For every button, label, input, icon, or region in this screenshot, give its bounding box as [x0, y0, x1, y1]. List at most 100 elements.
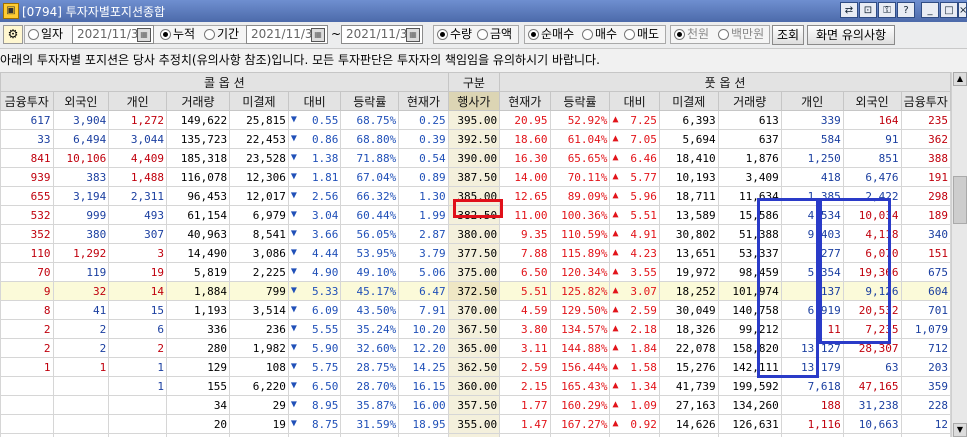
sell-radio[interactable]: 매도 [624, 25, 659, 44]
column-header[interactable]: 개인 [780, 91, 844, 111]
put-rate-cell: 156.44% [549, 357, 611, 377]
help-icon[interactable]: ? [897, 2, 915, 18]
table-row[interactable]: 2121▼7.5525.46%22.10352.501.23186.05%▲0.… [0, 433, 951, 437]
scroll-down-icon[interactable]: ▼ [953, 423, 967, 437]
table-row[interactable]: 34 29 ▼ 8.95 35.87% 16.00 357.50 1.77 160.29% ▲ 1.… [0, 395, 951, 415]
call-open-interest-cell: 12,017 [229, 186, 289, 206]
buy-radio[interactable]: 매수 [582, 25, 617, 44]
mode-cumulative-radio[interactable]: 누적 [160, 25, 195, 44]
window-title: [0794] 투자자별포지션종합 [22, 5, 166, 19]
notice-button[interactable]: 화면 유의사항 [807, 25, 895, 45]
table-row[interactable]: 33 6,494 3,044 135,723 22,453 ▼ 0.86 68.80% 0.39… [0, 129, 951, 149]
put-open-interest-cell: 30,049 [658, 300, 719, 320]
call-individual-cell: 493 [108, 205, 168, 225]
put-open-interest-cell: 13,651 [658, 243, 719, 263]
vertical-scrollbar[interactable]: ▲ ▼ [951, 72, 967, 437]
put-change-value: 0.92 [630, 417, 657, 431]
column-header[interactable]: 금융투자 [0, 91, 54, 111]
calendar-icon[interactable]: ▦ [406, 28, 420, 42]
down-arrow-icon: ▼ [290, 189, 297, 201]
table-row[interactable]: 841 10,106 4,409 185,318 23,528 ▼ 1.38 71.88% 0.… [0, 148, 951, 168]
column-header[interactable]: 외국인 [842, 91, 902, 111]
put-change-cell: ▲ 1.34 [609, 376, 660, 396]
column-header[interactable]: 개인 [108, 91, 168, 111]
table-row[interactable]: 939 383 1,488 116,078 12,306 ▼ 1.81 67.04% 0.89 3… [0, 167, 951, 187]
put-change-value: 5.96 [630, 189, 657, 203]
put-change-value: 1.34 [630, 379, 657, 393]
radio-icon [624, 29, 635, 40]
column-header[interactable]: 외국인 [52, 91, 110, 111]
link-icon[interactable]: ⇄ [840, 2, 858, 18]
radio-icon [582, 29, 593, 40]
put-foreign-cell: 10,663 [842, 414, 902, 434]
column-header[interactable]: 금융투자 [900, 91, 951, 111]
put-price-cell: 16.30 [499, 148, 551, 168]
call-fin-cell: 352 [0, 224, 54, 244]
netbuy-radio[interactable]: 순매수 [528, 25, 574, 44]
date-field-2[interactable]: 2021/11/30 ▦ [246, 25, 328, 44]
call-foreign-cell: 6,494 [52, 129, 110, 149]
put-rate-cell: 100.36% [549, 205, 611, 225]
put-individual-cell: 7,618 [780, 376, 844, 396]
date-field-1[interactable]: 2021/11/30 ▦ [72, 25, 154, 44]
call-change-cell: ▼ 5.55 [287, 319, 342, 339]
calendar-icon[interactable]: ▦ [311, 28, 325, 42]
strike-price-cell: 390.00 [447, 148, 501, 168]
column-header[interactable]: 대비 [609, 91, 660, 111]
strike-highlight-box [453, 199, 503, 218]
up-arrow-icon: ▲ [612, 398, 619, 410]
amount-radio[interactable]: 금액 [477, 25, 512, 44]
scroll-thumb[interactable] [953, 176, 967, 224]
calendar-icon[interactable]: ▦ [137, 28, 151, 42]
column-header[interactable]: 미결제 [229, 91, 289, 111]
table-row[interactable]: 20 19 ▼ 8.75 31.59% 18.95 355.00 1.47 167.27% ▲ 0.… [0, 414, 951, 434]
call-price-cell: 22.10 [398, 433, 449, 437]
mode-daily-radio[interactable]: 일자 [28, 25, 63, 44]
column-header[interactable]: 거래량 [166, 91, 231, 111]
column-header[interactable]: 등락률 [340, 91, 400, 111]
call-fin-cell: 617 [0, 110, 54, 130]
scroll-up-icon[interactable]: ▲ [953, 72, 967, 86]
lock-icon[interactable]: ⚿ [878, 2, 896, 18]
column-header[interactable]: 현재가 [499, 91, 551, 111]
call-individual-cell [108, 395, 168, 415]
qty-radio[interactable]: 수량 [437, 25, 472, 44]
column-header[interactable]: 대비 [287, 91, 342, 111]
query-button[interactable]: 조회 [772, 25, 804, 45]
column-header[interactable]: 현재가 [398, 91, 449, 111]
column-header[interactable]: 미결제 [658, 91, 719, 111]
put-individual-cell: 584 [780, 129, 844, 149]
close-icon[interactable]: × [958, 2, 967, 18]
column-header[interactable]: 행사가 [447, 91, 501, 111]
mode-period-radio[interactable]: 기간 [204, 25, 239, 44]
maximize-icon[interactable]: □ [940, 2, 958, 18]
table-row[interactable]: 1 155 6,220 ▼ 6.50 28.70% 16.15 360.00 2.15 165.4… [0, 376, 951, 396]
call-volume-cell: 116,078 [166, 167, 231, 187]
call-volume-cell: 1,193 [166, 300, 231, 320]
table-row[interactable]: 617 3,904 1,272 149,622 25,815 ▼ 0.55 68.75% 0.2… [0, 110, 951, 130]
column-header[interactable]: 등락률 [549, 91, 611, 111]
unit-won-radio[interactable]: 천원 [674, 25, 709, 44]
call-foreign-cell: 3,904 [52, 110, 110, 130]
call-price-cell: 0.54 [398, 148, 449, 168]
call-volume-cell: 61,154 [166, 205, 231, 225]
put-foreign-cell: 164 [842, 110, 902, 130]
put-change-cell: ▲ 5.77 [609, 167, 660, 187]
column-header[interactable]: 거래량 [717, 91, 782, 111]
date-field-3[interactable]: 2021/11/30 ▦ [341, 25, 423, 44]
put-fin-cell: 701 [900, 300, 951, 320]
put-fin-cell: 189 [900, 205, 951, 225]
put-change-cell: ▲ 2.18 [609, 319, 660, 339]
minimize-icon[interactable]: _ [921, 2, 939, 18]
unit-million-radio[interactable]: 백만원 [718, 25, 764, 44]
radio-checked-icon [160, 29, 171, 40]
settings-gear-icon[interactable]: ⚙ [3, 25, 23, 44]
call-change-cell: ▼ 1.81 [287, 167, 342, 187]
call-fin-cell [0, 433, 54, 437]
put-change-cell: ▲ 4.91 [609, 224, 660, 244]
call-foreign-cell [52, 395, 110, 415]
put-change-cell: ▲ 1.84 [609, 338, 660, 358]
call-individual-cell: 3 [108, 243, 168, 263]
fit-icon[interactable]: ⊡ [859, 2, 877, 18]
put-rate-cell: 110.59% [549, 224, 611, 244]
